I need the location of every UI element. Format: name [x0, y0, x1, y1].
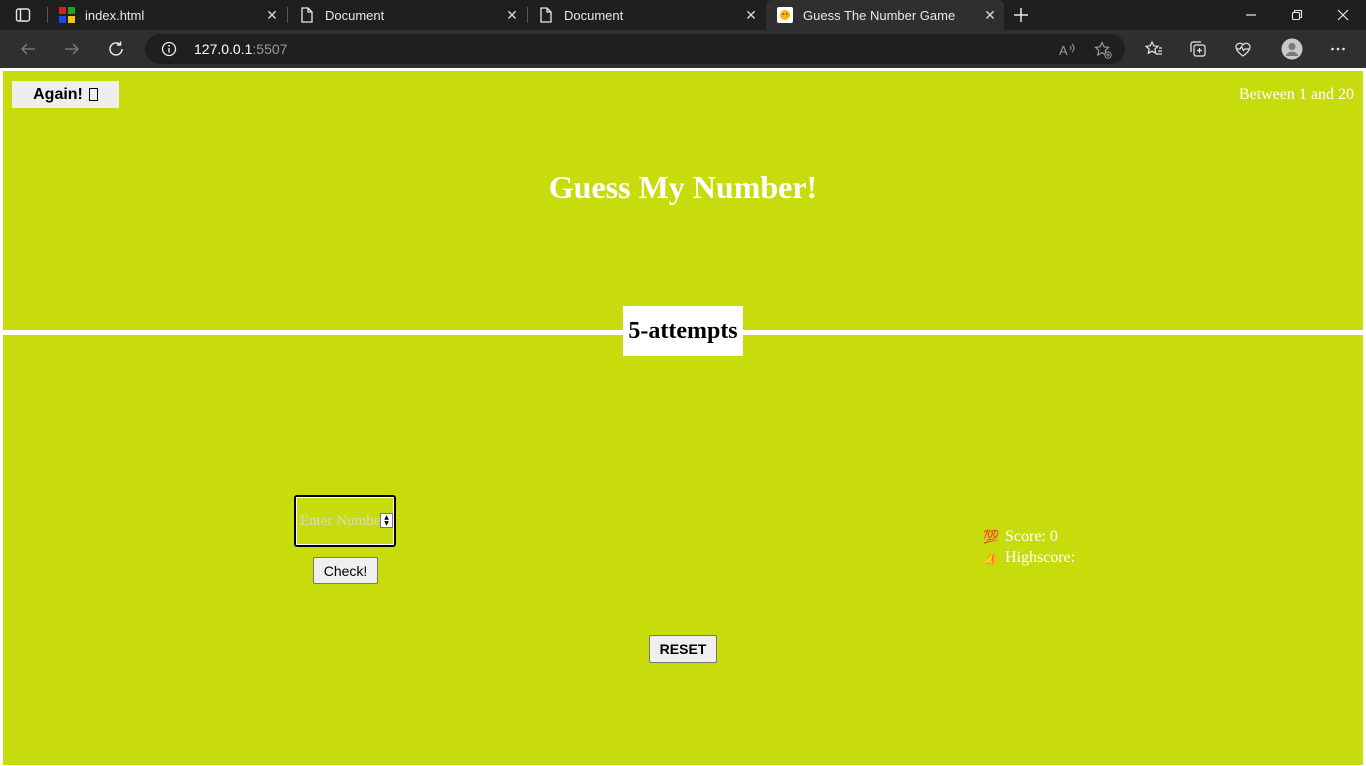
restore-button[interactable]: [1274, 0, 1320, 30]
game-container: Again! Between 1 and 20 Guess My Number!…: [3, 71, 1363, 765]
tab-document-1[interactable]: Document ✕: [288, 0, 526, 30]
reload-icon: [109, 41, 123, 56]
read-aloud-icon[interactable]: A: [1058, 41, 1076, 59]
range-hint: Between 1 and 20: [1238, 86, 1354, 103]
forward-button[interactable]: [57, 34, 87, 64]
close-window-button[interactable]: [1320, 0, 1366, 30]
tab-title: Document: [564, 7, 624, 23]
arrow-left-icon: [20, 43, 35, 55]
close-icon: [1337, 9, 1349, 21]
tab-title: index.html: [85, 7, 145, 23]
check-button[interactable]: Check!: [313, 557, 378, 584]
new-tab-button[interactable]: [998, 0, 1044, 30]
attempts-box: 5-attempts: [623, 306, 743, 356]
heart-pulse-icon: [1235, 42, 1251, 57]
settings-menu-button[interactable]: [1327, 38, 1349, 60]
svg-text:A: A: [1059, 43, 1068, 58]
page-viewport: Again! Between 1 and 20 Guess My Number!…: [0, 68, 1366, 766]
profile-button[interactable]: [1281, 38, 1303, 60]
thumbs-up-icon: 👍: [983, 550, 1000, 566]
restore-icon: [1291, 9, 1303, 21]
game-header: Again! Between 1 and 20 Guess My Number!: [3, 71, 1363, 330]
info-icon[interactable]: [161, 41, 177, 57]
tab-title: Document: [325, 7, 385, 23]
tab-strip: index.html ✕ Document ✕ Document ✕ Guess…: [0, 0, 1366, 30]
reset-button[interactable]: RESET: [649, 635, 717, 663]
tab-title: Guess The Number Game: [803, 7, 956, 23]
reload-button[interactable]: [101, 34, 131, 64]
more-dots-icon: [1331, 47, 1345, 51]
close-icon[interactable]: ✕: [258, 1, 286, 29]
tab-index-html[interactable]: index.html ✕: [48, 0, 286, 30]
page-title: Guess My Number!: [548, 169, 818, 205]
score-display: 💯 Score: 0: [983, 528, 1058, 546]
again-label: Again!: [33, 85, 83, 103]
tab-document-2[interactable]: Document ✕: [527, 0, 765, 30]
browser-toolbar: 127.0.0.1:5507 A: [0, 30, 1366, 68]
browser-essentials-button[interactable]: [1232, 38, 1254, 60]
minimize-button[interactable]: [1228, 0, 1274, 30]
favorites-button[interactable]: [1143, 38, 1165, 60]
highscore-display: 👍 Highscore:: [983, 549, 1075, 567]
arrow-right-icon: [65, 43, 80, 55]
document-icon: [538, 7, 554, 23]
plus-icon: [1014, 8, 1028, 22]
collections-icon: [1190, 41, 1206, 57]
url-text: 127.0.0.1:5507: [194, 41, 287, 57]
number-stepper[interactable]: ▲ ▼: [380, 513, 393, 528]
colorful-grid-icon: [59, 7, 75, 23]
url-host: 127.0.0.1: [194, 41, 253, 57]
again-button[interactable]: Again!: [12, 81, 119, 108]
stepper-down-icon[interactable]: ▼: [384, 520, 389, 527]
tab-actions-button[interactable]: [0, 0, 46, 30]
score-label: Score: 0: [1005, 528, 1058, 545]
minimize-icon: [1246, 14, 1256, 16]
collections-button[interactable]: [1187, 38, 1209, 60]
favorites-icon: [1145, 40, 1162, 55]
avatar-icon: [1281, 38, 1303, 60]
sidebar-icon: [15, 8, 31, 22]
add-favorite-icon[interactable]: [1094, 41, 1112, 59]
highscore-label: Highscore:: [1005, 549, 1076, 566]
hundred-points-icon: 💯: [983, 529, 1000, 545]
address-bar[interactable]: 127.0.0.1:5507 A: [145, 34, 1125, 64]
tab-guess-the-number[interactable]: Guess The Number Game ✕: [766, 0, 1004, 30]
back-button[interactable]: [13, 34, 43, 64]
missing-glyph-icon: [88, 88, 98, 101]
url-port: :5507: [252, 41, 288, 57]
game-favicon: [777, 7, 793, 23]
close-icon[interactable]: ✕: [498, 1, 526, 29]
document-icon: [299, 7, 315, 23]
close-icon[interactable]: ✕: [737, 1, 765, 29]
